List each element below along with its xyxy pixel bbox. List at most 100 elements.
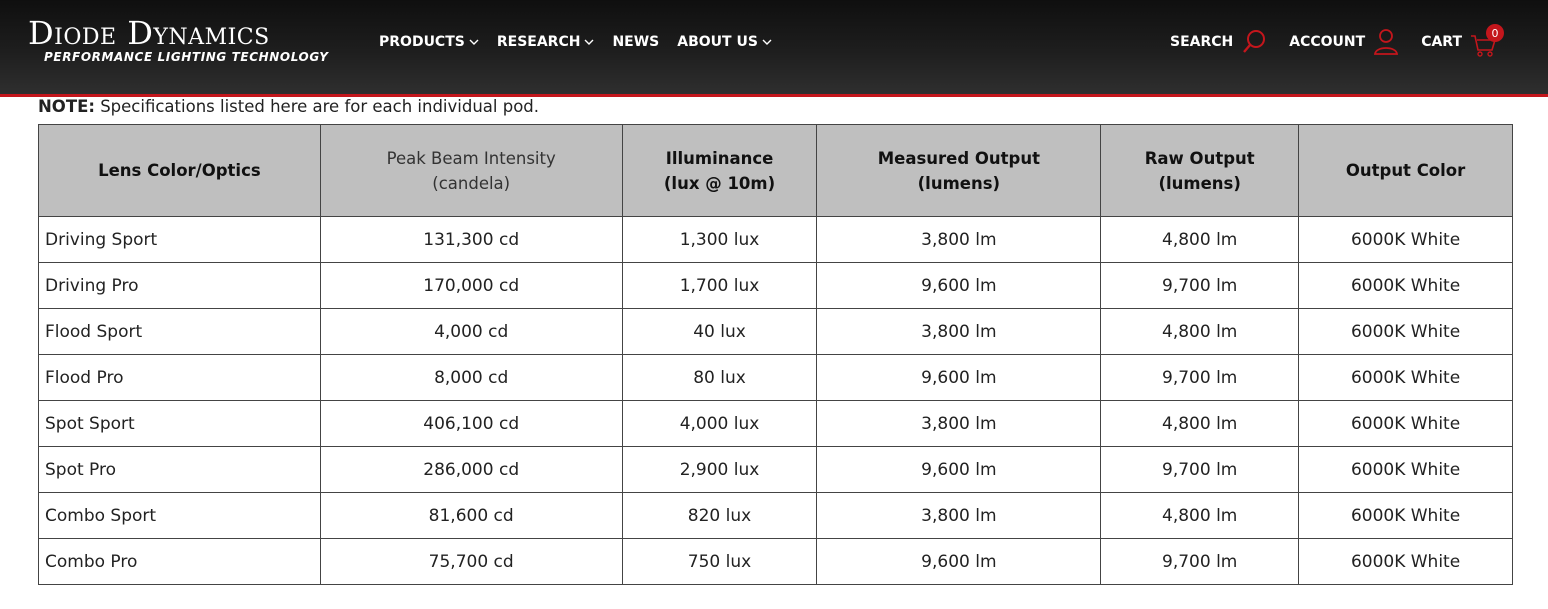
table-cell: 4,000 cd (319, 308, 623, 355)
spec-note: NOTE: Specifications listed here are for… (38, 97, 539, 116)
table-cell: Driving Sport (38, 216, 321, 263)
header-subtext: (lux @ 10m) (663, 173, 776, 193)
table-cell: 4,800 lm (1100, 308, 1300, 355)
table-cell: 406,100 cd (319, 400, 623, 447)
col-header-lens: Lens Color/Optics (38, 124, 321, 217)
table-cell: 6000K White (1298, 354, 1513, 401)
table-cell: 9,600 lm (816, 354, 1102, 401)
header-subtext: (candela) (432, 173, 511, 193)
table-cell: 40 lux (621, 308, 818, 355)
table-cell: 6000K White (1298, 492, 1513, 539)
chevron-down-icon (584, 39, 594, 45)
cart-label: CART (1421, 34, 1462, 50)
site-header: Diode Dynamics PERFORMANCE LIGHTING TECH… (0, 0, 1548, 97)
cart-icon-wrap: 0 (1470, 24, 1504, 58)
header-text: Peak Beam Intensity (386, 148, 556, 168)
nav-news-label: NEWS (612, 34, 660, 50)
table-cell: Combo Pro (38, 538, 321, 585)
table-cell: 4,800 lm (1100, 400, 1300, 447)
header-text: Lens Color/Optics (98, 161, 261, 180)
table-cell: 81,600 cd (319, 492, 623, 539)
header-text: Measured Output (877, 148, 1041, 168)
cart-count-badge: 0 (1486, 24, 1504, 42)
table-cell: 9,700 lm (1100, 538, 1300, 585)
table-cell: 6000K White (1298, 446, 1513, 493)
table-cell: 131,300 cd (319, 216, 623, 263)
table-cell: 750 lux (621, 538, 818, 585)
table-cell: 4,800 lm (1100, 492, 1300, 539)
table-row: Flood Pro 8,000 cd 80 lux 9,600 lm 9,700… (38, 354, 1513, 401)
table-cell: 820 lux (621, 492, 818, 539)
note-prefix: NOTE: (38, 97, 95, 116)
header-text: Output Color (1345, 161, 1466, 180)
account-button[interactable]: ACCOUNT (1289, 28, 1399, 56)
nav-research[interactable]: RESEARCH (497, 34, 595, 50)
nav-news[interactable]: NEWS (612, 34, 659, 50)
table-cell: Driving Pro (38, 262, 321, 309)
search-label: SEARCH (1170, 34, 1234, 50)
table-cell: Combo Sport (38, 492, 321, 539)
table-cell: 6000K White (1298, 538, 1513, 585)
chevron-down-icon (469, 39, 479, 45)
logo-wordmark: Diode Dynamics (28, 14, 270, 52)
table-row: Driving Sport 131,300 cd 1,300 lux 3,800… (38, 216, 1513, 263)
table-cell: 9,600 lm (816, 446, 1102, 493)
nav-research-label: RESEARCH (496, 34, 581, 50)
table-row: Flood Sport 4,000 cd 40 lux 3,800 lm 4,8… (38, 308, 1513, 355)
table-cell: 6000K White (1298, 262, 1513, 309)
table-cell: 4,800 lm (1100, 216, 1300, 263)
table-cell: 9,600 lm (816, 262, 1102, 309)
table-cell: 3,800 lm (816, 216, 1102, 263)
table-cell: Flood Pro (38, 354, 321, 401)
nav-products-label: PRODUCTS (379, 34, 465, 50)
table-cell: 80 lux (621, 354, 818, 401)
table-cell: 9,700 lm (1100, 354, 1300, 401)
table-cell: 3,800 lm (816, 308, 1102, 355)
search-icon (1243, 30, 1266, 53)
table-cell: 8,000 cd (319, 354, 623, 401)
header-subtext: (lumens) (917, 173, 1001, 193)
account-label: ACCOUNT (1289, 34, 1366, 50)
chevron-down-icon (762, 39, 772, 45)
col-header-raw-output: Raw Output (lumens) (1100, 124, 1300, 217)
table-cell: 286,000 cd (319, 446, 623, 493)
col-header-output-color: Output Color (1298, 124, 1513, 217)
col-header-measured-output: Measured Output (lumens) (816, 124, 1102, 217)
table-cell: 6000K White (1298, 308, 1513, 355)
table-cell: 1,700 lux (621, 262, 818, 309)
main-nav: PRODUCTS RESEARCH NEWS ABOUT US (379, 34, 772, 50)
table-cell: 9,700 lm (1100, 262, 1300, 309)
table-row: Driving Pro 170,000 cd 1,700 lux 9,600 l… (38, 262, 1513, 309)
table-cell: 3,800 lm (816, 400, 1102, 447)
specifications-table: Lens Color/Optics Peak Beam Intensity (ca… (38, 124, 1513, 585)
nav-about-us-label: ABOUT US (677, 34, 758, 50)
col-header-peak-beam: Peak Beam Intensity (candela) (319, 124, 623, 217)
cart-button[interactable]: CART 0 (1421, 24, 1504, 58)
user-icon (1374, 29, 1399, 55)
table-row: Combo Pro 75,700 cd 750 lux 9,600 lm 9,7… (38, 538, 1513, 585)
note-text: Specifications listed here are for each … (94, 97, 540, 116)
table-cell: 3,800 lm (816, 492, 1102, 539)
table-cell: 75,700 cd (319, 538, 623, 585)
header-text: Illuminance (665, 148, 774, 168)
logo-tagline: PERFORMANCE LIGHTING TECHNOLOGY (44, 50, 329, 64)
nav-about-us[interactable]: ABOUT US (677, 34, 772, 50)
table-cell: Spot Pro (38, 446, 321, 493)
table-cell: 6000K White (1298, 216, 1513, 263)
utility-nav: SEARCH ACCOUNT CART 0 (1170, 24, 1504, 58)
table-cell: 9,600 lm (816, 538, 1102, 585)
table-cell: Flood Sport (38, 308, 321, 355)
table-cell: 170,000 cd (319, 262, 623, 309)
search-button[interactable]: SEARCH (1170, 28, 1267, 56)
site-logo[interactable]: Diode Dynamics PERFORMANCE LIGHTING TECH… (28, 16, 329, 64)
table-cell: 9,700 lm (1100, 446, 1300, 493)
table-cell: 2,900 lux (621, 446, 818, 493)
table-cell: Spot Sport (38, 400, 321, 447)
nav-products[interactable]: PRODUCTS (379, 34, 479, 50)
table-cell: 1,300 lux (621, 216, 818, 263)
header-text: Raw Output (1144, 148, 1255, 168)
table-cell: 6000K White (1298, 400, 1513, 447)
table-row: Combo Sport 81,600 cd 820 lux 3,800 lm 4… (38, 492, 1513, 539)
header-subtext: (lumens) (1158, 173, 1241, 193)
table-header-row: Lens Color/Optics Peak Beam Intensity (ca… (38, 124, 1513, 217)
